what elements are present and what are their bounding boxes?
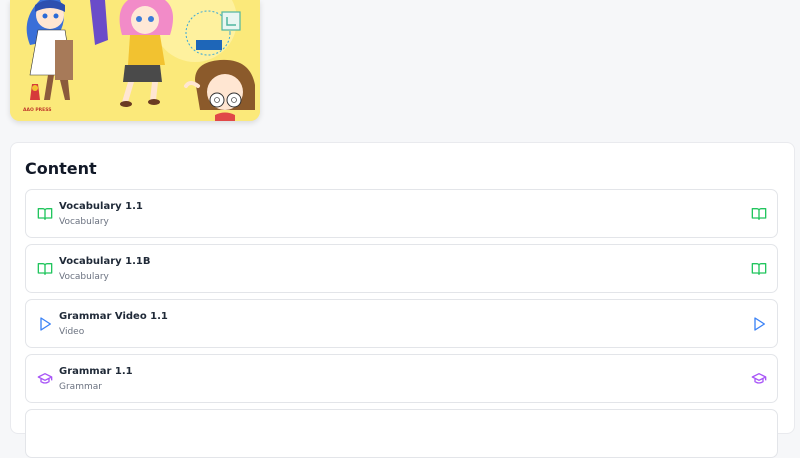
book-open-icon[interactable] [751,261,767,277]
cover-illustration: AAO PRESS [10,0,260,121]
play-icon [40,317,51,331]
item-type: Video [59,327,85,337]
item-title: Vocabulary 1.1B [59,256,151,267]
list-item-vocabulary-1-1[interactable]: Vocabulary 1.1 Vocabulary [25,189,778,238]
item-title: Grammar Video 1.1 [59,311,168,322]
book-open-icon [37,263,53,275]
graduation-cap-icon[interactable] [751,371,767,387]
content-title: Content [25,159,97,178]
content-panel: Content Vocabulary 1.1 Vocabulary Vocabu… [10,142,795,458]
play-icon[interactable] [751,316,767,332]
item-title: Grammar 1.1 [59,366,133,377]
list-item-grammar-video-1-1[interactable]: Grammar Video 1.1 Video [25,299,778,348]
list-item-grammar-1-1[interactable]: Grammar 1.1 Grammar [25,354,778,403]
course-cover-image: AAO PRESS [10,0,260,121]
item-title: Vocabulary 1.1 [59,201,143,212]
item-type: Vocabulary [59,272,109,282]
item-type: Vocabulary [59,217,109,227]
book-open-icon[interactable] [751,206,767,222]
graduation-cap-icon [37,373,53,384]
item-type: Grammar [59,382,102,392]
svg-text:AAO PRESS: AAO PRESS [23,107,51,113]
list-item-vocabulary-1-1b[interactable]: Vocabulary 1.1B Vocabulary [25,244,778,293]
book-open-icon [37,208,53,220]
list-item-partial[interactable] [25,409,778,458]
